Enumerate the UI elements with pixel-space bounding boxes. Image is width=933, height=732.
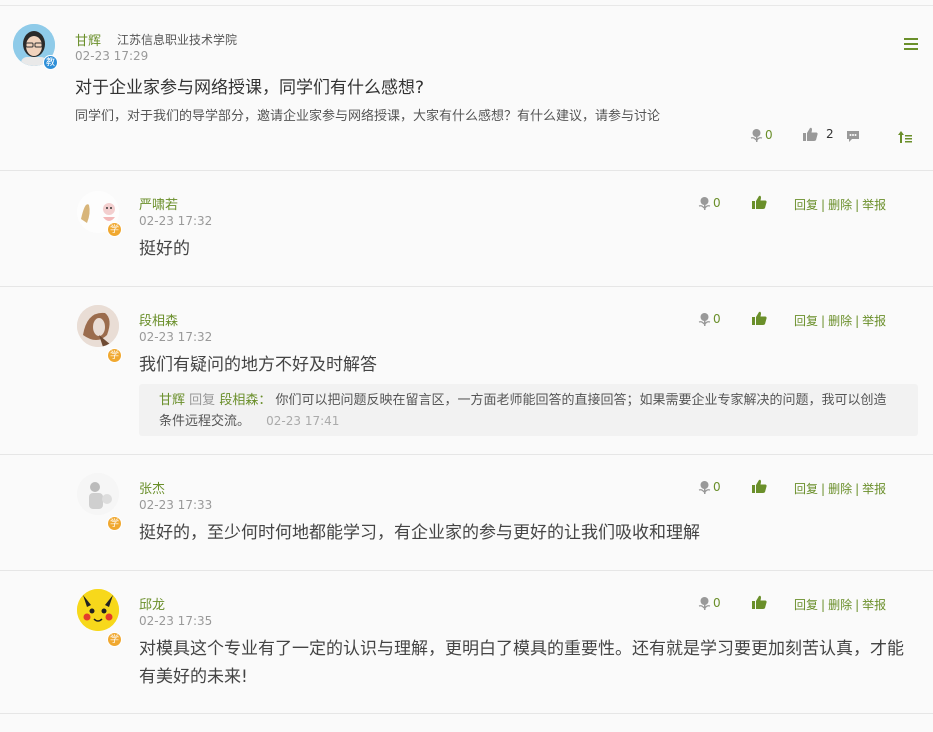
like-button[interactable] — [752, 479, 767, 493]
reply-author[interactable]: 邱龙 — [139, 594, 165, 613]
flower-icon — [698, 597, 711, 610]
avatar[interactable]: 学 — [77, 305, 122, 363]
flower-button[interactable]: 0 — [698, 196, 721, 210]
reply-link[interactable]: 回复 — [794, 482, 818, 496]
flower-button[interactable]: 0 — [750, 128, 773, 142]
avatar[interactable]: 学 — [77, 473, 122, 531]
author-school: 江苏信息职业技术学院 — [117, 33, 238, 47]
report-link[interactable]: 举报 — [862, 198, 886, 212]
thumbs-up-icon — [752, 195, 767, 209]
ops-separator: | — [855, 314, 860, 328]
thumbs-up-icon — [752, 595, 767, 609]
reply-ops: 回复 | 删除 | 举报 — [794, 312, 886, 329]
flower-icon — [698, 481, 711, 494]
reply-item: 学 邱龙 02-23 17:35 对模具这个专业有了一定的认识与理解，更明白了模… — [0, 571, 933, 714]
flower-count: 0 — [713, 596, 721, 610]
student-badge: 学 — [107, 632, 122, 647]
reply-time: 02-23 17:32 — [139, 330, 213, 344]
thumbs-up-icon — [803, 127, 818, 141]
post-time: 02-23 17:29 — [75, 49, 149, 63]
main-post: 教 甘辉 江苏信息职业技术学院 02-23 17:29 对于企业家参与网络授课，… — [0, 6, 933, 171]
reply-item: 学 段相森 02-23 17:32 我们有疑问的地方不好及时解答 0 回复 | 删除… — [0, 287, 933, 455]
delete-link[interactable]: 删除 — [828, 482, 852, 496]
reply-text: 挺好的，至少何时何地都能学习，有企业家的参与更好的让我们吸收和理解 — [139, 523, 700, 543]
delete-link[interactable]: 删除 — [828, 598, 852, 612]
teacher-badge: 教 — [43, 55, 58, 70]
reply-ops: 回复 | 删除 | 举报 — [794, 196, 886, 213]
flower-button[interactable]: 0 — [698, 312, 721, 326]
reply-item: 学 严啸若 02-23 17:32 挺好的 0 回复 | 删除 | 举报 — [0, 171, 933, 287]
menu-icon[interactable] — [904, 38, 918, 50]
flower-icon — [750, 129, 763, 142]
like-button[interactable] — [752, 195, 767, 209]
reply-ops: 回复 | 删除 | 举报 — [794, 596, 886, 613]
thumbs-up-icon — [752, 479, 767, 493]
sub-reply-verb: 回复 — [189, 393, 216, 408]
like-count: 2 — [826, 127, 834, 141]
ops-separator: | — [855, 198, 860, 212]
reply-link[interactable]: 回复 — [794, 598, 818, 612]
comment-icon — [847, 131, 859, 142]
post-author[interactable]: 甘辉 — [75, 30, 101, 49]
student-badge: 学 — [107, 222, 122, 237]
reply-author[interactable]: 张杰 — [139, 478, 165, 497]
sub-reply-target[interactable]: 段相森： — [219, 393, 271, 408]
flower-count: 0 — [713, 196, 721, 210]
reply-ops: 回复 | 删除 | 举报 — [794, 480, 886, 497]
reply-time: 02-23 17:32 — [139, 214, 213, 228]
reply-author[interactable]: 严啸若 — [139, 194, 178, 213]
report-link[interactable]: 举报 — [862, 598, 886, 612]
ops-separator: | — [855, 598, 860, 612]
report-link[interactable]: 举报 — [862, 314, 886, 328]
reply-author[interactable]: 段相森 — [139, 310, 178, 329]
avatar[interactable]: 学 — [77, 191, 122, 237]
report-link[interactable]: 举报 — [862, 482, 886, 496]
sub-reply-author[interactable]: 甘辉 — [159, 393, 185, 408]
reply-text: 对模具这个专业有了一定的认识与理解，更明白了模具的重要性。还有就是学习要更加刻苦… — [139, 639, 904, 687]
flower-icon — [698, 197, 711, 210]
delete-link[interactable]: 删除 — [828, 314, 852, 328]
flower-icon — [698, 313, 711, 326]
comment-button[interactable] — [846, 130, 860, 143]
ops-separator: | — [855, 482, 860, 496]
student-badge: 学 — [107, 516, 122, 531]
sub-reply: 甘辉 回复 段相森： 你们可以把问题反映在留言区，一方面老师能回答的直接回答；如… — [139, 384, 918, 436]
ops-separator: | — [821, 198, 826, 212]
reply-text: 我们有疑问的地方不好及时解答 — [139, 355, 377, 375]
flower-button[interactable]: 0 — [698, 480, 721, 494]
ops-separator: | — [821, 482, 826, 496]
like-button[interactable] — [752, 595, 767, 609]
thumbs-up-icon — [752, 311, 767, 325]
reply-text: 挺好的 — [139, 239, 190, 259]
delete-link[interactable]: 删除 — [828, 198, 852, 212]
ops-separator: | — [821, 314, 826, 328]
ops-separator: | — [821, 598, 826, 612]
like-button[interactable]: 2 — [803, 127, 834, 141]
reply-item: 学 张杰 02-23 17:33 挺好的，至少何时何地都能学习，有企业家的参与更… — [0, 455, 933, 571]
sort-icon — [898, 131, 912, 143]
flower-count: 0 — [765, 128, 773, 142]
student-badge: 学 — [107, 348, 122, 363]
reply-link[interactable]: 回复 — [794, 198, 818, 212]
flower-count: 0 — [713, 480, 721, 494]
reply-time: 02-23 17:35 — [139, 614, 213, 628]
sort-button[interactable] — [898, 131, 912, 143]
reply-link[interactable]: 回复 — [794, 314, 818, 328]
post-body: 同学们，对于我们的导学部分，邀请企业家参与网络授课，大家有什么感想？有什么建议，… — [75, 109, 661, 124]
avatar[interactable]: 教 — [13, 24, 58, 70]
post-title: 对于企业家参与网络授课，同学们有什么感想? — [75, 78, 425, 98]
like-button[interactable] — [752, 311, 767, 325]
sub-reply-time: 02-23 17:41 — [266, 414, 340, 428]
flower-count: 0 — [713, 312, 721, 326]
flower-button[interactable]: 0 — [698, 596, 721, 610]
avatar[interactable]: 学 — [77, 589, 122, 647]
reply-time: 02-23 17:33 — [139, 498, 213, 512]
